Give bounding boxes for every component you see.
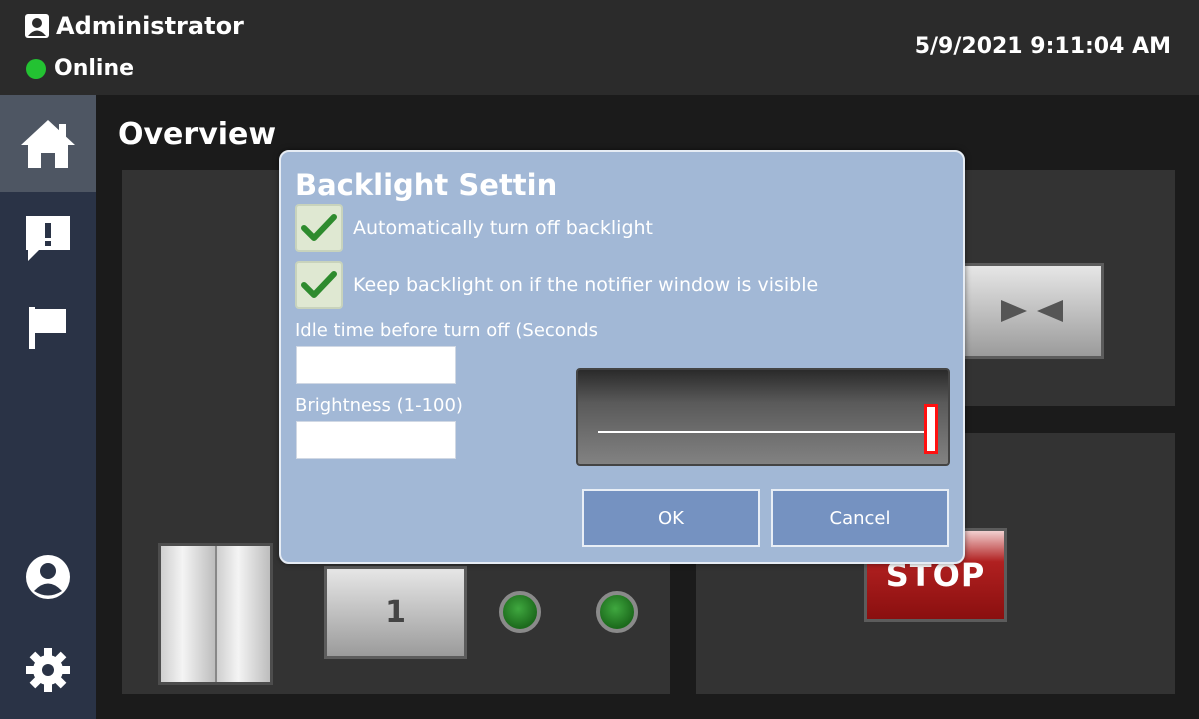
close-doors-button[interactable]	[960, 263, 1104, 359]
sidebar-item-flags[interactable]	[0, 283, 96, 373]
brightness-label: Brightness (1-100)	[295, 395, 463, 416]
ok-button[interactable]: OK	[582, 489, 760, 547]
indicator-led-1	[499, 591, 541, 633]
backlight-settings-dialog: Backlight Settin Automatically turn off …	[279, 150, 965, 564]
gear-icon	[26, 648, 70, 692]
sidebar-nav	[0, 95, 96, 719]
left-door	[161, 546, 216, 682]
indicator-led-2	[596, 591, 638, 633]
checkmark-icon	[301, 214, 337, 241]
idle-time-input[interactable]	[296, 346, 456, 384]
auto-off-label: Automatically turn off backlight	[353, 217, 653, 239]
user-info: Administrator	[24, 12, 244, 40]
auto-off-checkbox[interactable]	[295, 204, 343, 252]
flag-icon	[29, 307, 66, 349]
cancel-button[interactable]: Cancel	[771, 489, 949, 547]
sidebar-item-settings[interactable]	[0, 625, 96, 715]
status-indicator-icon	[26, 58, 46, 79]
right-door	[215, 546, 270, 682]
user-badge-icon	[25, 14, 49, 38]
auto-off-checkbox-row[interactable]: Automatically turn off backlight	[295, 204, 653, 252]
keep-on-checkbox[interactable]	[295, 261, 343, 309]
user-name: Administrator	[56, 12, 244, 40]
sidebar-item-home[interactable]	[0, 95, 96, 192]
idle-time-label: Idle time before turn off (Seconds	[295, 320, 599, 341]
keep-on-label: Keep backlight on if the notifier window…	[353, 274, 819, 296]
status-text: Online	[54, 56, 135, 81]
checkmark-icon	[301, 271, 337, 298]
page-title: Overview	[118, 117, 277, 152]
home-icon	[21, 119, 75, 168]
floor-1-button[interactable]: 1	[324, 566, 467, 659]
alert-message-icon	[26, 216, 70, 261]
close-doors-icon	[1001, 300, 1063, 322]
user-profile-icon	[26, 555, 70, 599]
sidebar-item-user[interactable]	[0, 532, 96, 622]
connection-status: Online	[26, 56, 134, 81]
dialog-title: Backlight Settin	[295, 168, 558, 202]
slider-rail	[598, 431, 926, 433]
datetime-display: 5/9/2021 9:11:04 AM	[914, 34, 1171, 59]
header-bar: Administrator Online 5/9/2021 9:11:04 AM	[0, 0, 1199, 95]
brightness-input[interactable]	[296, 421, 456, 459]
sidebar-item-alarms[interactable]	[0, 193, 96, 283]
elevator-doors	[158, 543, 273, 685]
slider-thumb[interactable]	[924, 404, 938, 454]
floor-button-label: 1	[385, 595, 406, 630]
keep-on-checkbox-row[interactable]: Keep backlight on if the notifier window…	[295, 261, 818, 309]
brightness-slider[interactable]	[576, 368, 950, 466]
